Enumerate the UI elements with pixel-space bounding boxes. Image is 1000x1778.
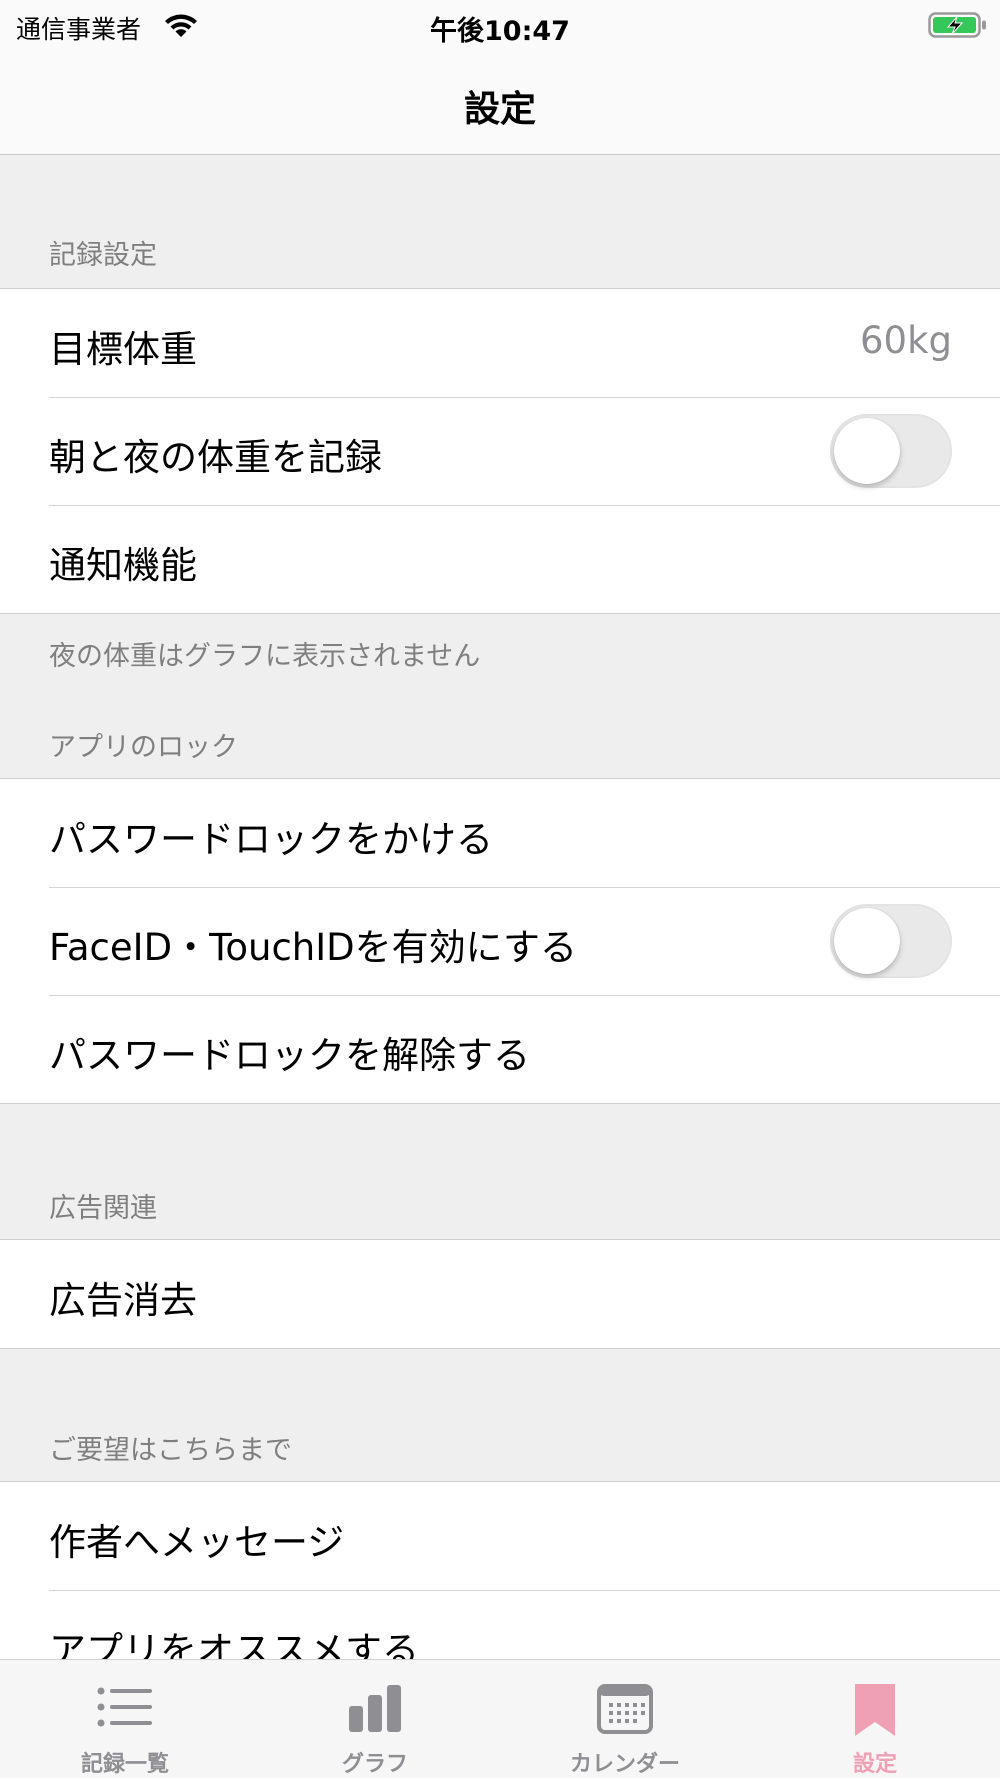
faceid-label: FaceID・TouchIDを有効にする <box>49 926 578 969</box>
page-title: 設定 <box>463 89 536 130</box>
password-unlock-row[interactable]: パスワードロックを解除する <box>0 995 1000 1103</box>
tab-label: 記録一覧 <box>80 1752 169 1777</box>
tab-label: カレンダー <box>569 1752 680 1777</box>
status-time: 午後10:47 <box>430 16 570 47</box>
remove-ads-label: 広告消去 <box>49 1279 197 1322</box>
battery-charging-icon <box>928 12 986 38</box>
notification-label: 通知機能 <box>49 544 197 587</box>
morning-night-row: 朝と夜の体重を記録 <box>0 397 1000 505</box>
password-unlock-label: パスワードロックを解除する <box>49 1034 530 1077</box>
tab-records[interactable]: 記録一覧 <box>0 1660 250 1778</box>
tab-calendar[interactable]: カレンダー <box>500 1660 750 1778</box>
ads-settings-group: 広告消去 <box>0 1239 1000 1349</box>
feedback-settings-group: 作者へメッセージ アプリをオススメする <box>0 1481 1000 1659</box>
morning-night-toggle[interactable] <box>830 414 952 488</box>
message-author-label: 作者へメッセージ <box>49 1521 345 1564</box>
bookmark-icon <box>855 1684 895 1736</box>
section-header-feedback: ご要望はこちらまで <box>49 1435 292 1466</box>
notification-row[interactable]: 通知機能 <box>0 505 1000 613</box>
toggle-knob <box>834 908 900 974</box>
morning-night-label: 朝と夜の体重を記録 <box>49 436 382 479</box>
settings-list[interactable]: 記録設定 目標体重 60kg 朝と夜の体重を記録 通知機能 夜の体重はグラフに表… <box>0 156 1000 1659</box>
tab-graph[interactable]: グラフ <box>250 1660 500 1778</box>
navigation-bar: 設定 <box>0 52 1000 155</box>
toggle-knob <box>834 418 900 484</box>
calendar-icon <box>597 1684 653 1734</box>
tab-label: 設定 <box>852 1752 897 1777</box>
status-bar: 通信事業者 午後10:47 <box>0 0 1000 52</box>
record-settings-group: 目標体重 60kg 朝と夜の体重を記録 通知機能 <box>0 288 1000 614</box>
tab-bar: 記録一覧 グラフ カレンダー 設定 <box>0 1659 1000 1778</box>
password-lock-row[interactable]: パスワードロックをかける <box>0 779 1000 887</box>
lock-settings-group: パスワードロックをかける FaceID・TouchIDを有効にする パスワードロ… <box>0 778 1000 1104</box>
section-header-record: 記録設定 <box>49 240 157 271</box>
remove-ads-row[interactable]: 広告消去 <box>0 1240 1000 1348</box>
password-lock-label: パスワードロックをかける <box>49 818 493 861</box>
target-weight-row[interactable]: 目標体重 60kg <box>0 289 1000 397</box>
list-icon <box>97 1687 152 1727</box>
settings-screen: 通信事業者 午後10:47 設定 記録設定 目標体重 60kg 朝と夜の体重を記… <box>0 0 1000 1778</box>
section-footer-record: 夜の体重はグラフに表示されません <box>49 641 481 672</box>
target-weight-value: 60kg <box>860 319 952 362</box>
section-header-lock: アプリのロック <box>49 732 238 763</box>
bar-chart-icon <box>349 1685 401 1732</box>
faceid-toggle[interactable] <box>830 904 952 978</box>
section-header-ads: 広告関連 <box>49 1193 157 1224</box>
tab-label: グラフ <box>341 1752 408 1777</box>
recommend-app-label: アプリをオススメする <box>49 1629 419 1659</box>
message-author-row[interactable]: 作者へメッセージ <box>0 1482 1000 1590</box>
recommend-app-row[interactable]: アプリをオススメする <box>0 1590 1000 1659</box>
faceid-row: FaceID・TouchIDを有効にする <box>0 887 1000 995</box>
target-weight-label: 目標体重 <box>49 328 197 371</box>
tab-settings[interactable]: 設定 <box>750 1660 1000 1778</box>
